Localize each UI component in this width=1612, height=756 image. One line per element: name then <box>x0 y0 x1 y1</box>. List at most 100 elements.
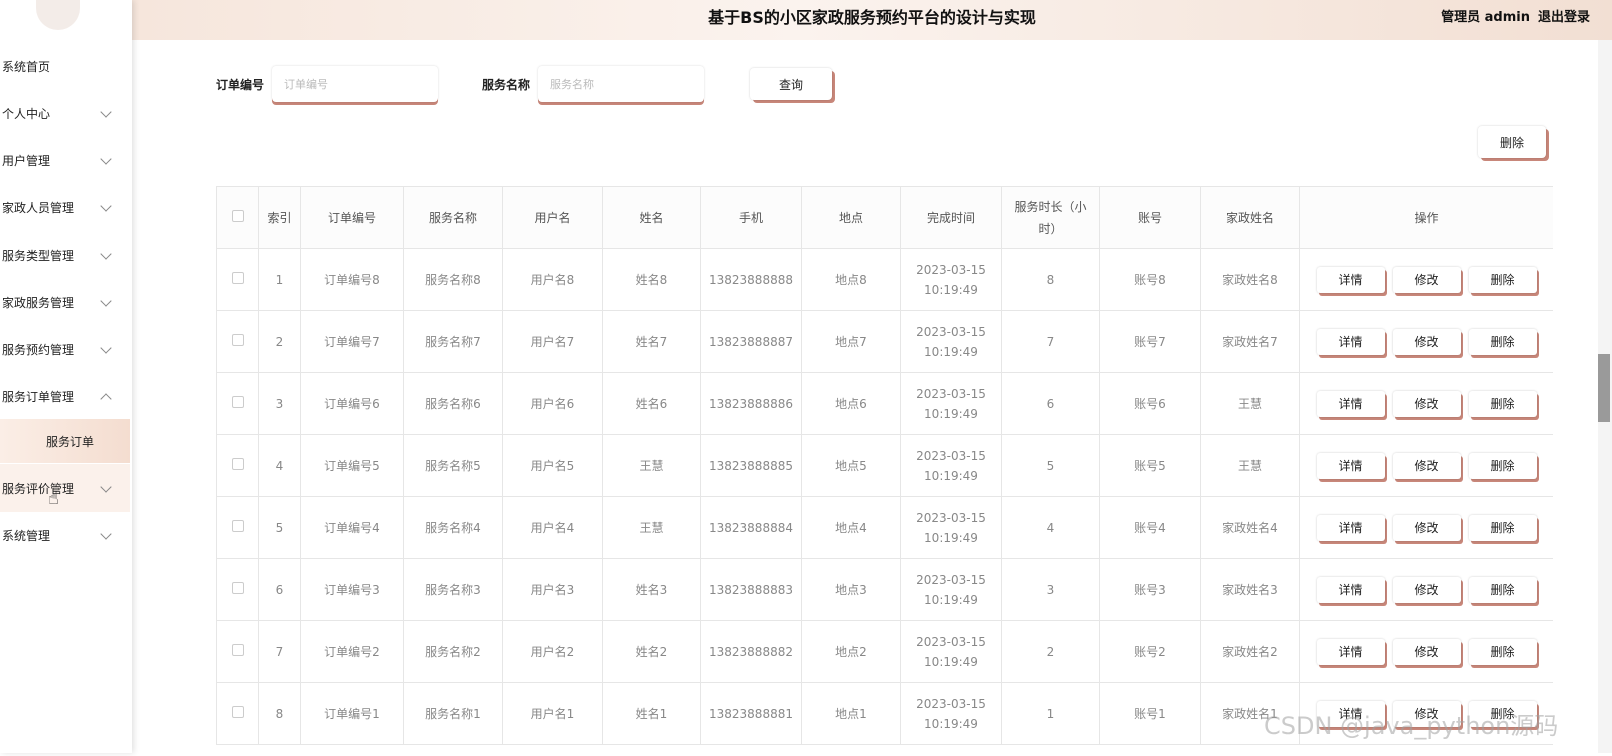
row-select-cell[interactable] <box>216 558 259 621</box>
cell-service: 服务名称1 <box>403 682 503 745</box>
row-checkbox[interactable] <box>231 519 244 532</box>
cell-hours: 2 <box>1001 620 1100 683</box>
cell-hours: 3 <box>1001 558 1100 621</box>
cell-order: 订单编号5 <box>300 434 404 497</box>
delete-button[interactable]: 删除 <box>1468 452 1537 479</box>
sidebar-item-housekeeping-service-management[interactable]: 家政服务管理 <box>0 278 130 326</box>
cell-order: 订单编号2 <box>300 620 404 683</box>
row-select-cell[interactable] <box>216 372 259 435</box>
cell-time: 2023-03-15 10:19:49 <box>900 682 1002 745</box>
column-header: 家政姓名 <box>1200 186 1300 249</box>
cell-account: 账号3 <box>1099 558 1201 621</box>
delete-button[interactable]: 删除 <box>1468 638 1537 665</box>
cell-order: 订单编号4 <box>300 496 404 559</box>
sidebar-item-label: 服务订单管理 <box>2 389 75 404</box>
row-select-cell[interactable] <box>216 248 259 311</box>
service-name-input[interactable] <box>538 66 704 102</box>
cell-hours: 5 <box>1001 434 1100 497</box>
row-actions: 详情 修改 删除 <box>1304 638 1549 665</box>
row-select-cell[interactable] <box>216 620 259 683</box>
detail-button[interactable]: 详情 <box>1316 390 1385 417</box>
page-scrollbar-thumb[interactable] <box>1598 354 1610 422</box>
delete-button[interactable]: 删除 <box>1468 328 1537 355</box>
sidebar-item-order-management[interactable]: 服务订单管理 <box>0 372 130 420</box>
cell-service: 服务名称5 <box>403 434 503 497</box>
sidebar-subitem-service-order[interactable]: 服务订单 <box>0 419 130 463</box>
cell-service: 服务名称6 <box>403 372 503 435</box>
order-number-input[interactable] <box>272 66 438 102</box>
row-checkbox[interactable] <box>231 395 244 408</box>
sidebar-item-label: 系统管理 <box>2 528 51 543</box>
delete-button[interactable]: 删除 <box>1468 514 1537 541</box>
detail-button[interactable]: 详情 <box>1316 576 1385 603</box>
delete-button[interactable]: 删除 <box>1468 266 1537 293</box>
column-header: 手机 <box>700 186 802 249</box>
sidebar-item-label: 用户管理 <box>2 153 51 168</box>
sidebar-item-staff-management[interactable]: 家政人员管理 <box>0 183 130 231</box>
cell-staff: 王慧 <box>1200 434 1300 497</box>
cell-phone: 13823888888 <box>700 248 802 311</box>
cell-phone: 13823888883 <box>700 558 802 621</box>
row-actions: 详情 修改 删除 <box>1304 266 1549 293</box>
row-select-cell[interactable] <box>216 496 259 559</box>
edit-button[interactable]: 修改 <box>1392 328 1461 355</box>
select-all-checkbox[interactable] <box>231 210 244 222</box>
cell-name: 姓名2 <box>602 620 701 683</box>
sidebar-item-booking-management[interactable]: 服务预约管理 <box>0 325 130 373</box>
detail-button[interactable]: 详情 <box>1316 328 1385 355</box>
row-checkbox[interactable] <box>231 457 244 470</box>
cell-staff: 家政姓名3 <box>1200 558 1300 621</box>
column-header: 服务时长（小时） <box>1001 186 1100 249</box>
cell-name: 姓名6 <box>602 372 701 435</box>
row-checkbox[interactable] <box>231 643 244 656</box>
sidebar-item-home[interactable]: 系统首页 <box>0 42 130 90</box>
sidebar-item-review-management[interactable]: 服务评价管理 <box>0 464 130 512</box>
cell-account: 账号1 <box>1099 682 1201 745</box>
table-row: 1 订单编号8 服务名称8 用户名8 姓名8 13823888888 地点8 2023-03-… <box>216 248 1553 311</box>
cell-order: 订单编号7 <box>300 310 404 373</box>
logout-link[interactable]: 退出登录 <box>1538 6 1590 25</box>
cell-actions: 详情 修改 删除 <box>1299 372 1553 435</box>
edit-button[interactable]: 修改 <box>1392 638 1461 665</box>
row-select-cell[interactable] <box>216 434 259 497</box>
detail-button[interactable]: 详情 <box>1316 514 1385 541</box>
row-checkbox[interactable] <box>231 271 244 284</box>
sidebar-item-personal-center[interactable]: 个人中心 <box>0 89 130 137</box>
column-header: 索引 <box>258 186 301 249</box>
edit-button[interactable]: 修改 <box>1392 576 1461 603</box>
cell-staff: 家政姓名8 <box>1200 248 1300 311</box>
edit-button[interactable]: 修改 <box>1392 514 1461 541</box>
edit-button[interactable]: 修改 <box>1392 390 1461 417</box>
row-checkbox[interactable] <box>231 581 244 594</box>
cell-index: 8 <box>258 682 301 745</box>
select-all-cell[interactable] <box>216 186 259 249</box>
sidebar-item-user-management[interactable]: 用户管理 <box>0 136 130 184</box>
row-checkbox[interactable] <box>231 333 244 346</box>
row-checkbox[interactable] <box>231 705 244 718</box>
row-select-cell[interactable] <box>216 310 259 373</box>
cell-staff: 家政姓名2 <box>1200 620 1300 683</box>
cell-service: 服务名称2 <box>403 620 503 683</box>
query-button[interactable]: 查询 <box>750 68 832 100</box>
cell-name: 姓名1 <box>602 682 701 745</box>
cell-index: 6 <box>258 558 301 621</box>
edit-button[interactable]: 修改 <box>1392 452 1461 479</box>
detail-button[interactable]: 详情 <box>1316 266 1385 293</box>
detail-button[interactable]: 详情 <box>1316 638 1385 665</box>
delete-button[interactable]: 删除 <box>1468 576 1537 603</box>
table-row: 7 订单编号2 服务名称2 用户名2 姓名2 13823888882 地点2 2023-03-… <box>216 620 1553 683</box>
row-select-cell[interactable] <box>216 682 259 745</box>
sidebar-item-label: 系统首页 <box>2 59 51 74</box>
cell-hours: 6 <box>1001 372 1100 435</box>
cell-name: 姓名3 <box>602 558 701 621</box>
sidebar-item-service-type-management[interactable]: 服务类型管理 <box>0 231 130 279</box>
sidebar-item-system-management[interactable]: 系统管理 <box>0 511 130 559</box>
detail-button[interactable]: 详情 <box>1316 452 1385 479</box>
column-header: 账号 <box>1099 186 1201 249</box>
delete-button[interactable]: 删除 <box>1468 390 1537 417</box>
cell-place: 地点3 <box>801 558 901 621</box>
edit-button[interactable]: 修改 <box>1392 266 1461 293</box>
table-row: 5 订单编号4 服务名称4 用户名4 王慧 13823888884 地点4 2023-03-1… <box>216 496 1553 559</box>
table-row: 3 订单编号6 服务名称6 用户名6 姓名6 13823888886 地点6 2023-03-… <box>216 372 1553 435</box>
batch-delete-button[interactable]: 删除 <box>1478 126 1546 158</box>
